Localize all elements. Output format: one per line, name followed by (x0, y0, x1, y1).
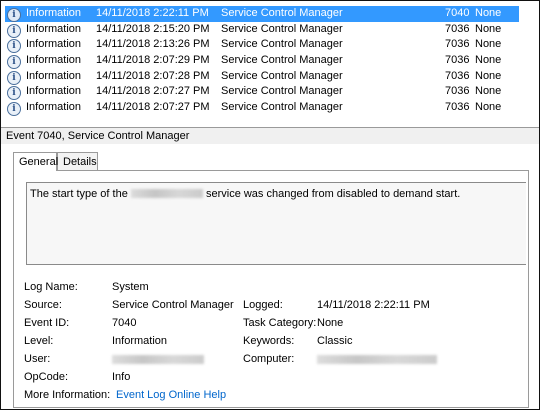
event-row[interactable]: i Information 14/11/2018 2:15:20 PM Serv… (5, 22, 519, 38)
level-value: Information (112, 335, 168, 347)
event-row[interactable]: i Information 14/11/2018 2:22:11 PM Serv… (5, 6, 519, 22)
event-date: 14/11/2018 2:15:20 PM (96, 22, 210, 35)
event-row[interactable]: i Information 14/11/2018 2:07:27 PM Serv… (5, 100, 519, 117)
event-date: 14/11/2018 2:13:26 PM (96, 38, 210, 51)
event-id: 7036 (445, 69, 470, 82)
event-level: Information (26, 85, 82, 98)
redacted-service-name (130, 189, 203, 198)
opcode-label: OpCode: (24, 371, 69, 383)
event-date: 14/11/2018 2:07:29 PM (96, 54, 210, 67)
event-id: 7036 (445, 22, 470, 35)
event-log-online-help-link[interactable]: Event Log Online Help (116, 389, 226, 401)
information-icon: i (7, 7, 21, 22)
event-id-value: 7040 (112, 317, 137, 329)
description-text-after: service was changed from disabled to dem… (205, 188, 461, 200)
event-task: None (475, 38, 502, 51)
information-icon: i (7, 54, 21, 70)
event-source: Service Control Manager (221, 22, 343, 35)
tab-details[interactable]: Details (57, 152, 98, 170)
event-description[interactable]: The start type of the service was change… (26, 182, 526, 265)
event-id-label: Event ID: (24, 317, 70, 329)
opcode-value: Info (112, 371, 131, 383)
user-label: User: (24, 353, 51, 365)
event-date: 14/11/2018 2:07:28 PM (96, 69, 210, 82)
task-category-label: Task Category: (243, 317, 317, 329)
event-row[interactable]: i Information 14/11/2018 2:07:28 PM Serv… (5, 69, 519, 85)
keywords-label: Keywords: (243, 335, 295, 347)
event-id: 7036 (445, 38, 470, 51)
keywords-value: Classic (317, 335, 353, 347)
event-source: Service Control Manager (221, 85, 343, 98)
logged-value: 14/11/2018 2:22:11 PM (317, 299, 430, 311)
information-icon: i (7, 38, 21, 54)
event-level: Information (26, 54, 82, 67)
event-row[interactable]: i Information 14/11/2018 2:07:27 PM Serv… (5, 84, 519, 101)
redacted-user-value (112, 355, 204, 364)
information-icon: i (7, 101, 21, 117)
event-id: 7036 (445, 54, 470, 67)
event-source: Service Control Manager (221, 7, 343, 19)
more-info-label: More Information: (24, 389, 111, 401)
event-level: Information (26, 101, 82, 114)
log-name-label: Log Name: (24, 281, 78, 293)
event-viewer-window: i Information 14/11/2018 2:22:11 PM Serv… (0, 0, 540, 410)
information-icon: i (7, 85, 21, 101)
event-source: Service Control Manager (221, 54, 343, 67)
event-date: 14/11/2018 2:07:27 PM (96, 101, 210, 114)
event-level: Information (26, 38, 82, 51)
event-row[interactable]: i Information 14/11/2018 2:07:29 PM Serv… (5, 53, 519, 70)
event-id: 7036 (445, 85, 470, 98)
log-name-value: System (112, 281, 149, 293)
logged-label: Logged: (243, 299, 283, 311)
level-label: Level: (24, 335, 54, 347)
event-task: None (475, 101, 502, 114)
information-icon: i (7, 23, 21, 38)
general-panel: The start type of the service was change… (13, 170, 529, 408)
events-list: i Information 14/11/2018 2:22:11 PM Serv… (5, 6, 519, 117)
event-task: None (475, 69, 502, 82)
source-label: Source: (24, 299, 62, 311)
event-source: Service Control Manager (221, 38, 343, 51)
event-task: None (475, 7, 502, 19)
source-value: Service Control Manager (112, 299, 234, 311)
event-date: 14/11/2018 2:07:27 PM (96, 85, 210, 98)
task-category-value: None (317, 317, 344, 329)
event-source: Service Control Manager (221, 69, 343, 82)
event-id: 7036 (445, 101, 470, 114)
event-date: 14/11/2018 2:22:11 PM (96, 7, 209, 19)
event-task: None (475, 85, 502, 98)
description-text-before: The start type of the (30, 188, 128, 200)
event-detail-title: Event 7040, Service Control Manager (1, 127, 539, 144)
event-row[interactable]: i Information 14/11/2018 2:13:26 PM Serv… (5, 37, 519, 54)
event-task: None (475, 54, 502, 67)
computer-label: Computer: (243, 353, 295, 365)
information-icon: i (7, 70, 21, 85)
tab-general[interactable]: General (13, 152, 58, 171)
event-level: Information (26, 22, 82, 35)
redacted-computer-value (317, 355, 437, 364)
event-level: Information (26, 7, 82, 19)
event-source: Service Control Manager (221, 101, 343, 114)
event-id: 7040 (445, 7, 470, 19)
event-task: None (475, 22, 502, 35)
event-level: Information (26, 69, 82, 82)
